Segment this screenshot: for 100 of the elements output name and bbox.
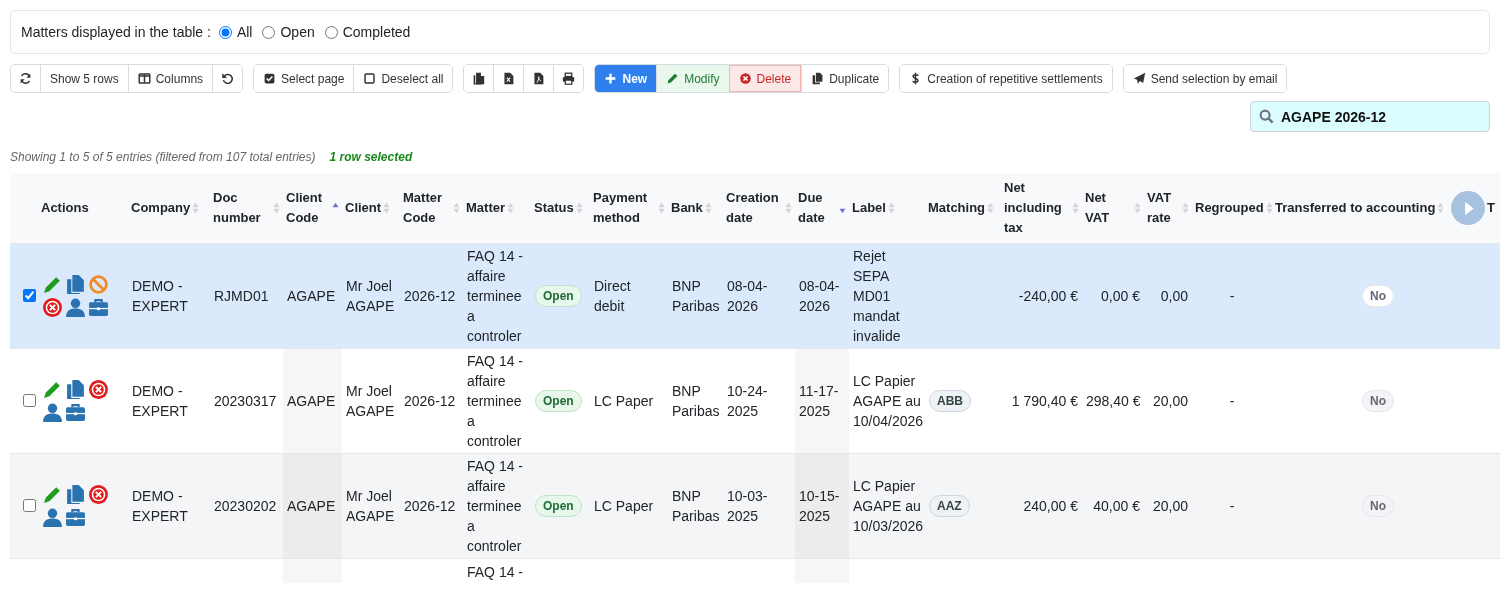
column-header[interactable]: Payment method xyxy=(590,173,668,244)
print-button[interactable] xyxy=(553,65,584,92)
pdf-file-icon xyxy=(532,72,546,85)
checkbox-icon xyxy=(263,72,277,85)
table-cell: Mr Joel AGAPE xyxy=(346,278,395,314)
person-icon[interactable] xyxy=(42,402,63,423)
table-cell: BNP Paribas xyxy=(672,488,720,524)
toolbar-button[interactable]: Deselect all xyxy=(353,65,453,92)
toolbar-button[interactable]: New xyxy=(595,65,657,92)
table-cell: 40,00 € xyxy=(1093,498,1140,514)
copy-icon[interactable] xyxy=(65,484,86,505)
radio-button[interactable] xyxy=(324,25,338,39)
pencil-icon xyxy=(666,72,680,85)
table-cell: 240,00 € xyxy=(1023,498,1078,514)
toolbar-button[interactable]: Modify xyxy=(656,65,729,92)
table-cell: 0,00 € xyxy=(1101,288,1140,304)
briefcase-icon[interactable] xyxy=(65,507,86,528)
column-header[interactable]: Matter Code xyxy=(400,173,463,244)
column-header[interactable]: Net VAT xyxy=(1082,173,1144,244)
table-cell: 20230202 xyxy=(214,498,277,514)
column-header[interactable]: Doc number xyxy=(210,173,283,244)
radio-button[interactable] xyxy=(218,25,232,39)
table-cell: - xyxy=(1229,393,1235,409)
search-field[interactable]: AGAPE 2026-12 xyxy=(1250,101,1490,132)
delete-icon xyxy=(738,72,752,85)
delete-icon[interactable] xyxy=(88,484,109,505)
person-icon[interactable] xyxy=(42,507,63,528)
table-cell: 10-03-2025 xyxy=(727,488,768,524)
toolbar-button[interactable]: Delete xyxy=(728,65,802,92)
table-cell: -240,00 € xyxy=(1018,288,1078,304)
table-cell: - xyxy=(1229,498,1235,514)
table-cell: LC Papier AGAPE au 10/03/2026 xyxy=(853,478,924,534)
table-cell: RJMD01 xyxy=(214,288,269,304)
toolbar-button[interactable]: Duplicate xyxy=(801,65,889,92)
table-cell: Direct debit xyxy=(594,278,631,314)
column-header[interactable]: Matching xyxy=(925,173,1001,244)
table-cell: AGAPE xyxy=(287,288,336,304)
status-badge: Open xyxy=(535,285,582,307)
column-header[interactable]: Net including tax xyxy=(1001,173,1082,244)
matching-badge: ABB xyxy=(929,390,971,412)
table-cell: 10-15-2025 xyxy=(799,488,840,524)
column-header[interactable]: VAT rate xyxy=(1144,173,1192,244)
table-cell: FAQ 14 - affaire terminee a controler xyxy=(467,248,524,344)
delete-icon[interactable] xyxy=(88,379,109,400)
column-header[interactable]: Company xyxy=(128,173,210,244)
column-header[interactable]: Status xyxy=(531,173,590,244)
briefcase-icon[interactable] xyxy=(65,402,86,423)
column-header[interactable]: Client xyxy=(342,173,400,244)
column-header[interactable]: Client Code xyxy=(283,173,342,244)
column-header[interactable]: Creation date xyxy=(723,173,795,244)
copy-icon[interactable] xyxy=(65,274,86,295)
table-cell: 20230317 xyxy=(214,393,277,409)
column-header: Actions xyxy=(38,173,128,244)
pencil-icon[interactable] xyxy=(42,379,63,400)
table-cell: FAQ 14 - affaire terminee a controler xyxy=(467,353,524,449)
selection-info: 1 row selected xyxy=(329,150,413,164)
column-header[interactable]: Matter xyxy=(463,173,531,244)
column-header[interactable]: Regrouped xyxy=(1192,173,1272,244)
send-icon xyxy=(1132,72,1146,85)
toolbar-button[interactable]: Send selection by email xyxy=(1123,65,1287,92)
table-cell: FAQ 14 - affaire terminee a controler xyxy=(467,458,524,554)
pencil-icon[interactable] xyxy=(42,274,63,295)
table-cell: 10-24-2025 xyxy=(727,383,768,419)
column-header[interactable]: Bank xyxy=(668,173,723,244)
excel-file-icon xyxy=(502,72,516,85)
person-icon[interactable] xyxy=(65,297,86,318)
plus-icon xyxy=(604,72,618,85)
table-cell: LC Papier AGAPE au 10/04/2026 xyxy=(853,373,924,429)
column-header[interactable]: Due date xyxy=(795,173,849,244)
table-cell: AGAPE xyxy=(287,498,336,514)
table-cell: 1 790,40 € xyxy=(1011,393,1078,409)
table-cell: BNP Paribas xyxy=(672,278,720,314)
column-header: T xyxy=(1484,173,1500,244)
status-badge: Open xyxy=(535,390,582,412)
table-cell: 0,00 xyxy=(1160,288,1188,304)
row-checkbox[interactable] xyxy=(23,498,36,512)
table-cell: 20,00 xyxy=(1152,498,1188,514)
table-cell: DEMO - EXPERT xyxy=(132,383,188,419)
column-header[interactable]: Label xyxy=(849,173,925,244)
table-cell: 11-17-2025 xyxy=(799,383,839,419)
toolbar-button[interactable]: Creation of repetitive settlements xyxy=(900,65,1112,92)
table-cell: 298,40 € xyxy=(1086,393,1141,409)
table-cell: 2026-12 xyxy=(404,393,456,409)
briefcase-icon[interactable] xyxy=(88,297,109,318)
row-checkbox[interactable] xyxy=(23,393,36,407)
column-header[interactable]: Transferred to accounting xyxy=(1272,173,1484,244)
filter-label: Matters displayed in the table : xyxy=(21,24,211,40)
table-cell: LC Paper xyxy=(594,393,654,409)
radio-label[interactable]: Open xyxy=(280,24,315,40)
row-checkbox[interactable] xyxy=(23,288,36,302)
table-cell: DEMO - EXPERT xyxy=(132,488,188,524)
radio-button[interactable] xyxy=(262,25,276,39)
table-cell: Rejet SEPA MD01 mandat invalide xyxy=(853,248,901,344)
radio-label[interactable]: All xyxy=(236,24,253,40)
copy-icon[interactable] xyxy=(65,379,86,400)
table-cell: Mr Joel AGAPE xyxy=(346,383,395,419)
reset-button[interactable] xyxy=(212,65,243,92)
radio-label[interactable]: Completed xyxy=(342,24,411,40)
pencil-icon[interactable] xyxy=(42,484,63,505)
delete-icon[interactable] xyxy=(42,297,63,318)
